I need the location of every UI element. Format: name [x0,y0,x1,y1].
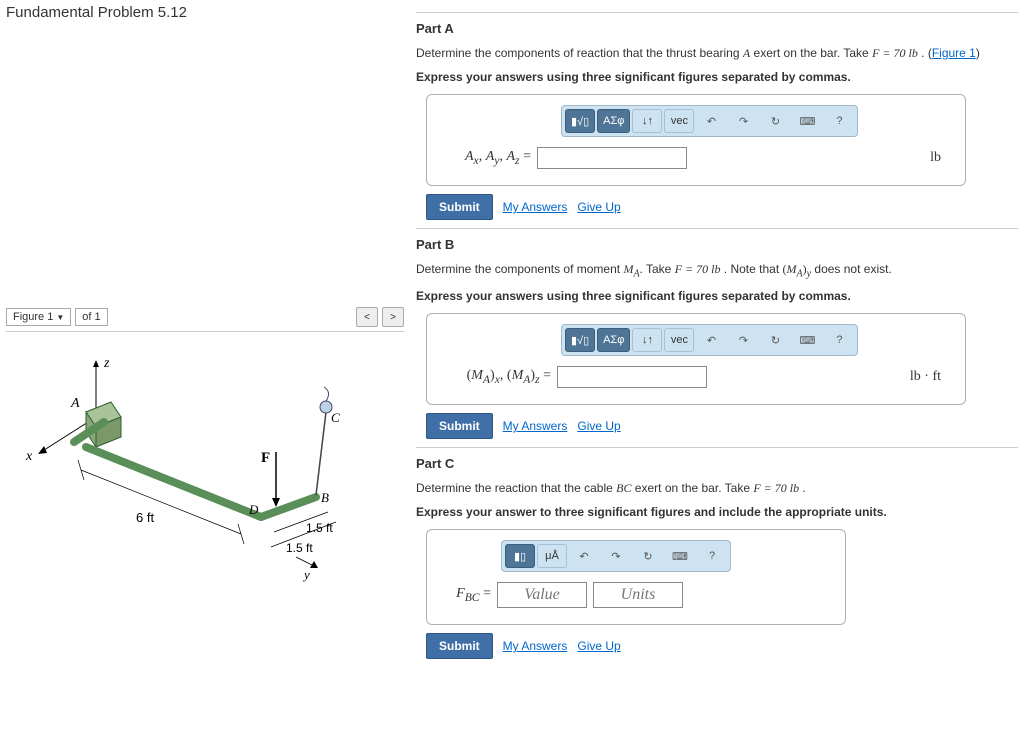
reset-button[interactable]: ↻ [760,109,790,133]
greek-button[interactable]: ΑΣφ [597,328,630,352]
part-b-vars: (MA)x, (MA)z = [441,368,551,386]
svg-text:z: z [103,356,110,371]
figure-select-label: Figure 1 [13,311,53,323]
arrows-button[interactable]: ↓↑ [632,109,662,133]
part-a-submit-button[interactable]: Submit [426,194,493,220]
part-c-title: Part C [416,456,1018,471]
undo-button[interactable]: ↶ [696,109,726,133]
part-b-prompt: Determine the components of moment MA. T… [416,260,1018,281]
template-button[interactable]: ▮√▯ [565,328,595,352]
part-c-submit-button[interactable]: Submit [426,633,493,659]
keyboard-icon[interactable]: ⌨ [665,544,695,568]
fraction-button[interactable]: ▮▯ [505,544,535,568]
undo-button[interactable]: ↶ [569,544,599,568]
part-c-prompt: Determine the reaction that the cable BC… [416,479,1018,497]
figure-nav-bar: Figure 1 ▼ of 1 < > [6,307,404,332]
arrows-button[interactable]: ↓↑ [632,328,662,352]
part-a-instruction: Express your answers using three signifi… [416,68,1018,86]
vec-button[interactable]: vec [664,109,694,133]
vec-button[interactable]: vec [664,328,694,352]
figure-next-button[interactable]: > [382,307,404,327]
chevron-down-icon: ▼ [56,313,64,322]
part-c-units-input[interactable] [593,582,683,608]
part-b-submit-button[interactable]: Submit [426,413,493,439]
part-c-value-input[interactable] [497,582,587,608]
part-c-instruction: Express your answer to three significant… [416,503,1018,521]
svg-text:1.5 ft: 1.5 ft [286,541,313,555]
part-a-my-answers[interactable]: My Answers [503,200,568,214]
svg-text:x: x [25,449,33,464]
svg-text:B: B [321,490,329,505]
part-c-answer-box: ▮▯ μÅ ↶ ↷ ↻ ⌨ ? FBC = [426,529,846,625]
redo-button[interactable]: ↷ [728,109,758,133]
figure-link[interactable]: Figure 1 [932,46,976,60]
redo-button[interactable]: ↷ [728,328,758,352]
part-b-give-up[interactable]: Give Up [577,419,620,433]
keyboard-icon[interactable]: ⌨ [792,328,822,352]
part-c-my-answers[interactable]: My Answers [503,639,568,653]
reset-button[interactable]: ↻ [760,328,790,352]
part-a-toolbar: ▮√▯ ΑΣφ ↓↑ vec ↶ ↷ ↻ ⌨ ? [561,105,858,137]
undo-button[interactable]: ↶ [696,328,726,352]
help-button[interactable]: ? [824,328,854,352]
part-a-give-up[interactable]: Give Up [577,200,620,214]
figure-select[interactable]: Figure 1 ▼ [6,308,71,326]
figure-image: z x A D B C [6,342,404,595]
part-b-my-answers[interactable]: My Answers [503,419,568,433]
svg-text:F: F [261,450,270,466]
part-c-vars: FBC = [441,586,491,604]
part-b-input[interactable] [557,366,707,388]
part-a-vars: Ax, Ay, Az = [441,149,531,167]
part-b-answer-box: ▮√▯ ΑΣφ ↓↑ vec ↶ ↷ ↻ ⌨ ? (MA)x, (MA)z = … [426,313,966,405]
svg-text:A: A [70,396,80,411]
part-a-prompt: Determine the components of reaction tha… [416,44,1018,62]
greek-button[interactable]: ΑΣφ [597,109,630,133]
redo-button[interactable]: ↷ [601,544,631,568]
part-b-instruction: Express your answers using three signifi… [416,287,1018,305]
part-b-unit: lb · ft [910,369,951,385]
svg-text:6 ft: 6 ft [136,510,154,525]
svg-text:C: C [331,410,340,425]
part-a-input[interactable] [537,147,687,169]
reset-button[interactable]: ↻ [633,544,663,568]
mu-button[interactable]: μÅ [537,544,567,568]
part-a-title: Part A [416,21,1018,36]
part-c-toolbar: ▮▯ μÅ ↶ ↷ ↻ ⌨ ? [501,540,731,572]
part-b-title: Part B [416,237,1018,252]
part-a-answer-box: ▮√▯ ΑΣφ ↓↑ vec ↶ ↷ ↻ ⌨ ? Ax, Ay, Az = lb [426,94,966,186]
figure-prev-button[interactable]: < [356,307,378,327]
figure-count: of 1 [75,308,107,326]
problem-title: Fundamental Problem 5.12 [6,4,404,27]
help-button[interactable]: ? [697,544,727,568]
keyboard-icon[interactable]: ⌨ [792,109,822,133]
part-b-toolbar: ▮√▯ ΑΣφ ↓↑ vec ↶ ↷ ↻ ⌨ ? [561,324,858,356]
part-a-unit: lb [930,150,951,166]
help-button[interactable]: ? [824,109,854,133]
svg-text:D: D [248,502,259,517]
template-button[interactable]: ▮√▯ [565,109,595,133]
svg-text:y: y [302,567,310,582]
part-c-give-up[interactable]: Give Up [577,639,620,653]
